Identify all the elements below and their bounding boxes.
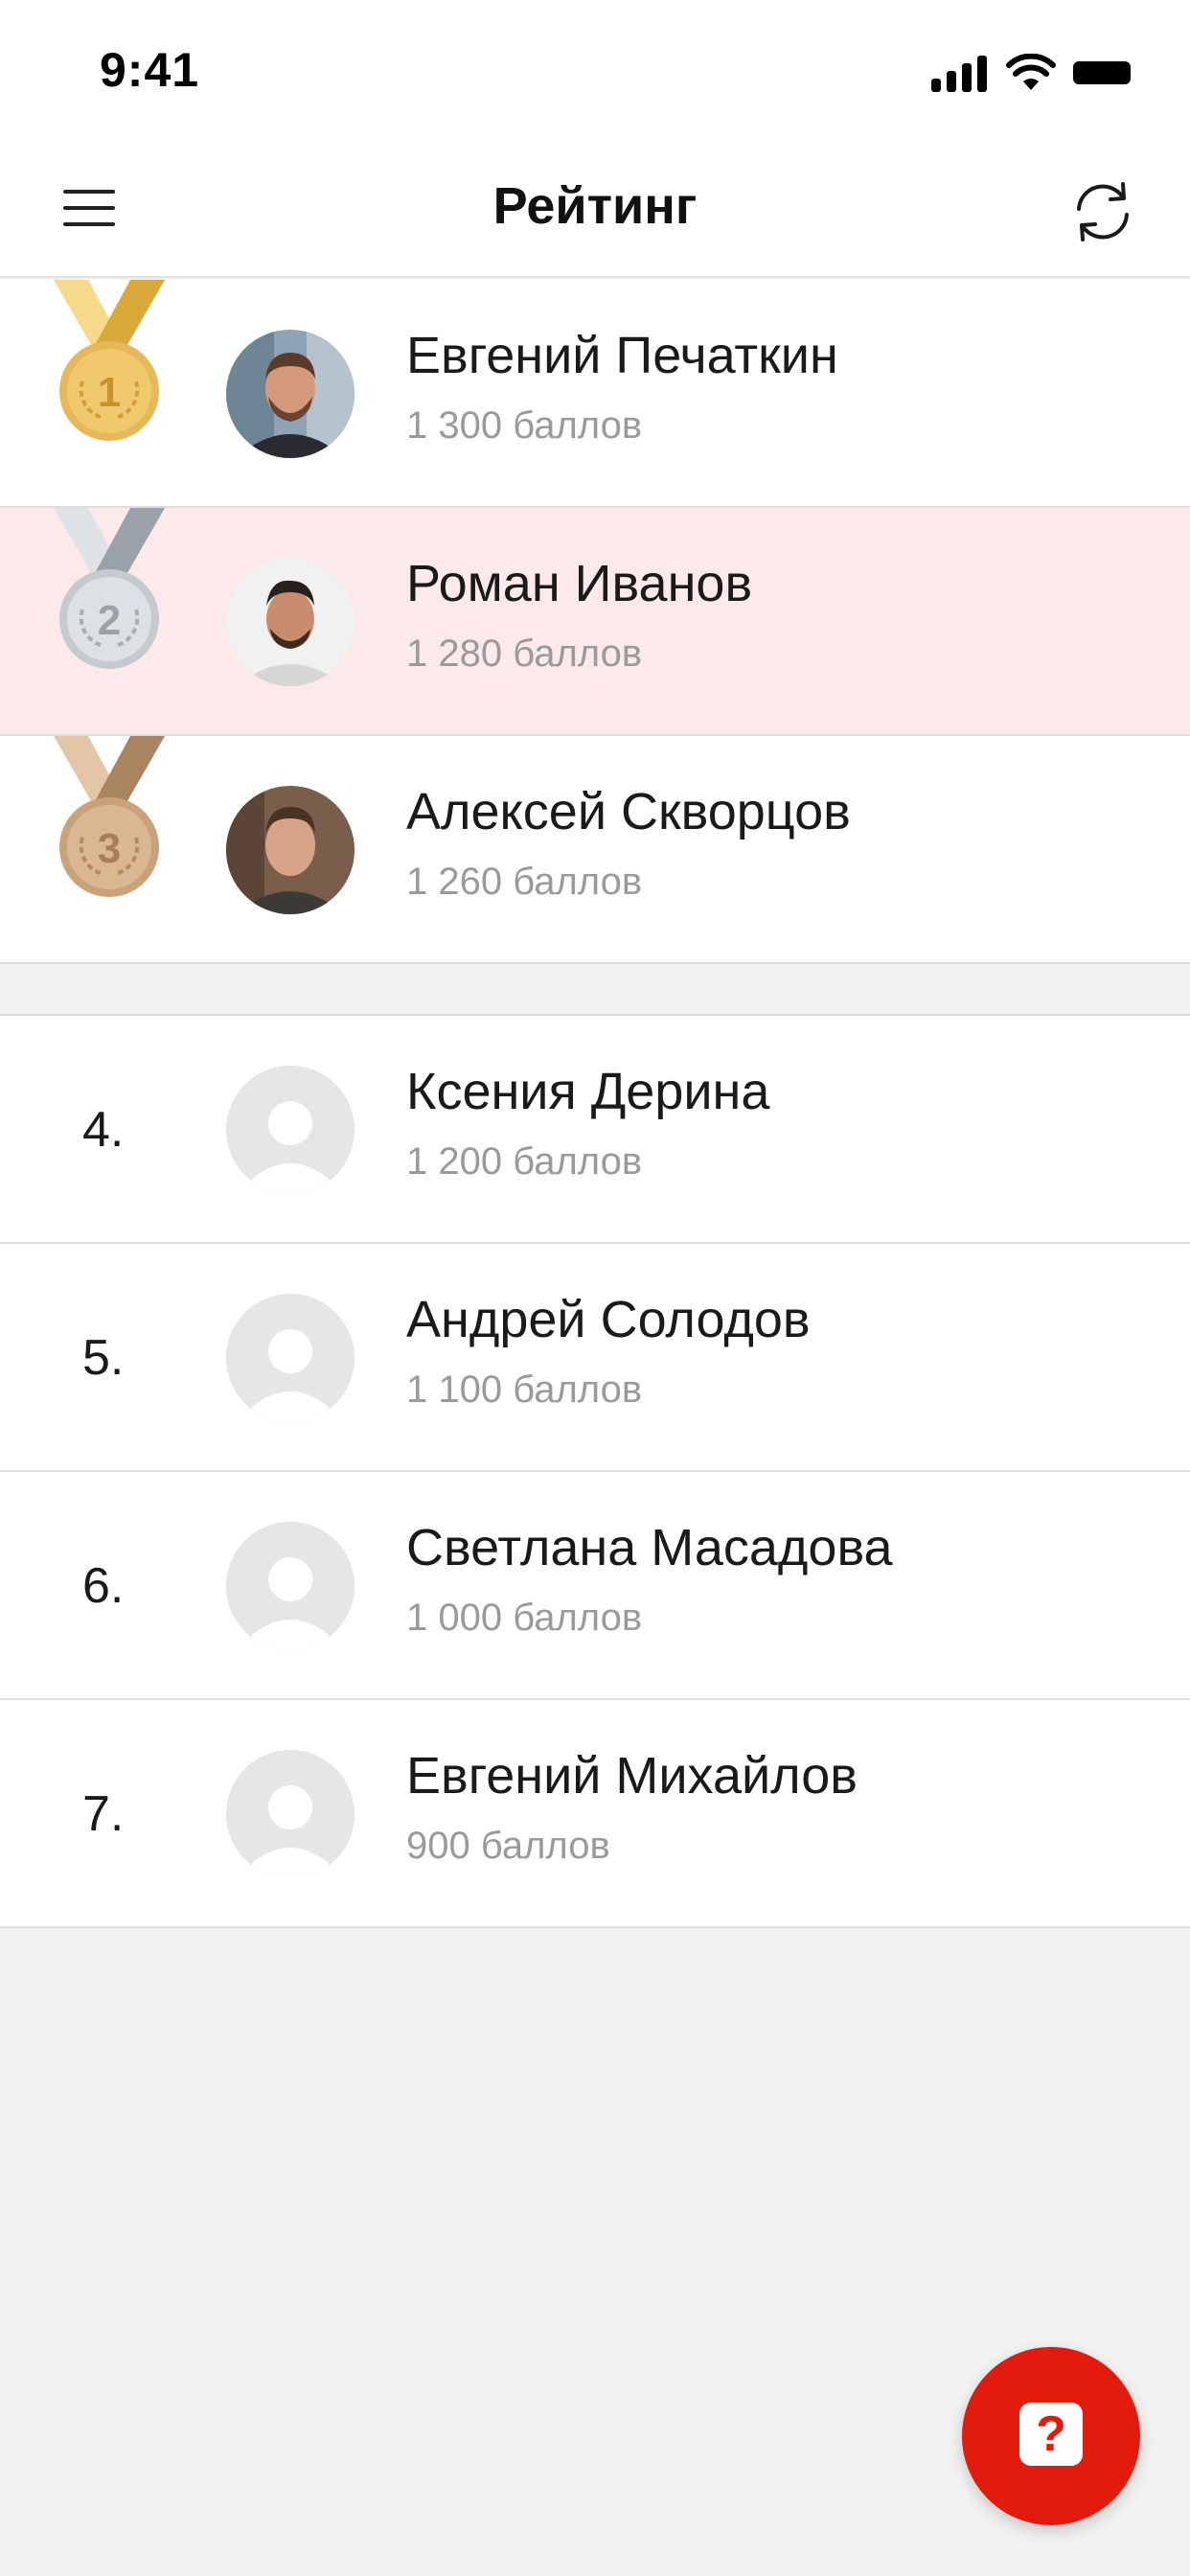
rank-number: 6.	[82, 1558, 125, 1614]
user-name: Андрей Солодов	[406, 1291, 811, 1348]
ranking-list: 4. Ксения Дерина 1 200 баллов 5. Андрей …	[0, 1014, 1190, 1928]
user-name: Евгений Михайлов	[406, 1747, 858, 1805]
ranking-row-2[interactable]: 2 Роман Иванов 1 280 баллов	[0, 508, 1190, 736]
user-name: Евгений Печаткин	[406, 327, 838, 384]
help-button[interactable]: ?	[962, 2347, 1140, 2525]
user-placeholder-icon	[226, 1750, 355, 1878]
user-name: Роман Иванов	[406, 555, 753, 612]
refresh-icon[interactable]	[1069, 178, 1136, 245]
status-icons	[931, 50, 1131, 96]
cellular-signal-icon	[931, 54, 989, 92]
page-title: Рейтинг	[492, 177, 698, 235]
user-score: 1 200 баллов	[406, 1140, 643, 1183]
help-question-icon: ?	[1019, 2403, 1083, 2466]
help-question-mark: ?	[1036, 2406, 1066, 2462]
rank-number: 7.	[82, 1786, 125, 1842]
top-ranking-list: 1 Евгений Печаткин 1 300 баллов 2 Роман …	[0, 280, 1190, 964]
rank-number: 5.	[82, 1330, 125, 1386]
user-name: Светлана Масадова	[406, 1519, 893, 1576]
app-header: Рейтинг	[0, 144, 1190, 278]
silver-medal-icon: 2	[54, 508, 165, 680]
rating-screen: 9:41 Рейтинг 1 Евгений Печаткин 1 300 ба…	[0, 0, 1190, 2576]
ranking-row-7[interactable]: 7. Евгений Михайлов 900 баллов	[0, 1700, 1190, 1928]
status-time: 9:41	[100, 43, 200, 97]
user-placeholder-icon	[226, 1522, 355, 1650]
user-score: 1 100 баллов	[406, 1368, 643, 1411]
status-bar: 9:41	[0, 0, 1190, 144]
battery-icon	[1073, 59, 1131, 86]
ranking-row-4[interactable]: 4. Ксения Дерина 1 200 баллов	[0, 1016, 1190, 1244]
user-name: Алексей Скворцов	[406, 783, 851, 840]
gold-medal-icon: 1	[54, 280, 165, 452]
user-name: Ксения Дерина	[406, 1063, 770, 1120]
user-score: 1 300 баллов	[406, 404, 643, 447]
user-score: 900 баллов	[406, 1825, 610, 1867]
avatar	[226, 786, 355, 914]
ranking-row-3[interactable]: 3 Алексей Скворцов 1 260 баллов	[0, 736, 1190, 964]
bronze-medal-icon: 3	[54, 736, 165, 908]
ranking-row-5[interactable]: 5. Андрей Солодов 1 100 баллов	[0, 1244, 1190, 1472]
ranking-row-1[interactable]: 1 Евгений Печаткин 1 300 баллов	[0, 280, 1190, 508]
svg-text:1: 1	[98, 369, 121, 416]
ranking-row-6[interactable]: 6. Светлана Масадова 1 000 баллов	[0, 1472, 1190, 1700]
avatar	[226, 330, 355, 458]
user-score: 1 260 баллов	[406, 861, 643, 903]
user-placeholder-icon	[226, 1294, 355, 1422]
avatar	[226, 558, 355, 686]
user-score: 1 280 баллов	[406, 632, 643, 675]
user-score: 1 000 баллов	[406, 1597, 643, 1639]
user-placeholder-icon	[226, 1066, 355, 1194]
rank-number: 4.	[82, 1102, 125, 1158]
wifi-icon	[1006, 54, 1056, 92]
svg-text:2: 2	[98, 597, 121, 644]
svg-text:3: 3	[98, 825, 121, 872]
